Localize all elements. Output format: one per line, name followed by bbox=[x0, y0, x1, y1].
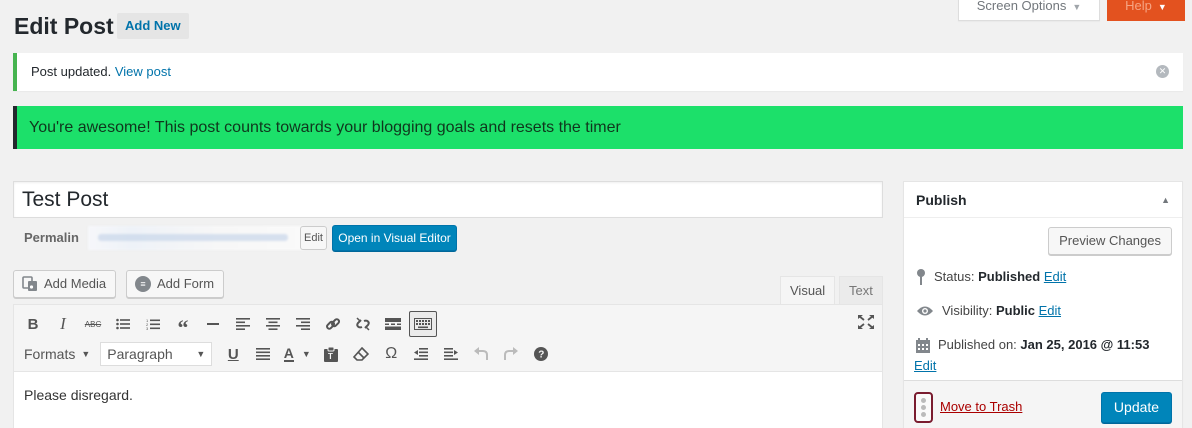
add-media-label: Add Media bbox=[44, 276, 107, 291]
page-title: Edit Post bbox=[14, 13, 114, 39]
redo-icon[interactable] bbox=[496, 340, 526, 368]
strikethrough-icon[interactable]: ABC bbox=[78, 310, 108, 338]
align-left-icon[interactable] bbox=[228, 310, 258, 338]
visibility-value: Public bbox=[995, 303, 1035, 318]
permalink-url-blurred[interactable] bbox=[88, 226, 304, 250]
edit-permalink-button[interactable]: Edit bbox=[300, 226, 327, 250]
calendar-icon bbox=[916, 337, 930, 353]
help-tab[interactable]: Help ▼ bbox=[1107, 0, 1185, 21]
edit-visibility-link[interactable]: Edit bbox=[1039, 303, 1061, 318]
horizontal-line-icon[interactable] bbox=[198, 310, 228, 338]
caret-down-icon: ▼ bbox=[1072, 2, 1082, 12]
traffic-light-icon bbox=[914, 392, 933, 423]
post-status-row: Status: Published Edit bbox=[916, 269, 1066, 285]
screen-options-tab[interactable]: Screen Options ▼ bbox=[958, 0, 1100, 21]
published-label: Published on: bbox=[938, 337, 1017, 352]
move-to-trash-link[interactable]: Move to Trash bbox=[940, 399, 1022, 414]
blockquote-icon[interactable]: “ bbox=[168, 310, 198, 339]
align-right-icon[interactable] bbox=[288, 310, 318, 338]
caret-down-icon: ▼ bbox=[81, 349, 91, 359]
dismiss-icon[interactable]: ✕ bbox=[1156, 65, 1169, 78]
pin-icon bbox=[916, 269, 926, 285]
post-editor: B I ABC 123 “ Formats ▼ Paragraph ▼ U A … bbox=[13, 304, 883, 428]
published-date-row: Published on: Jan 25, 2016 @ 11:53 bbox=[916, 337, 1149, 353]
blogging-goal-banner: You're awesome! This post counts towards… bbox=[13, 106, 1183, 149]
text-color-icon[interactable]: A ▼ bbox=[278, 340, 316, 368]
svg-text:?: ? bbox=[538, 350, 544, 361]
read-more-icon[interactable] bbox=[378, 310, 408, 338]
publish-header[interactable]: Publish ▲ bbox=[904, 182, 1182, 218]
add-form-label: Add Form bbox=[157, 276, 215, 291]
post-updated-notice: Post updated. View post ✕ bbox=[13, 53, 1183, 91]
form-icon: ≡ bbox=[135, 276, 151, 292]
clear-formatting-icon[interactable] bbox=[346, 340, 376, 368]
goal-banner-text: You're awesome! This post counts towards… bbox=[29, 119, 621, 136]
notice-text: Post updated. bbox=[31, 64, 112, 79]
view-post-link[interactable]: View post bbox=[115, 64, 171, 79]
caret-down-icon: ▼ bbox=[1157, 2, 1167, 12]
underline-icon[interactable]: U bbox=[218, 340, 248, 368]
paragraph-label: Paragraph bbox=[107, 346, 173, 362]
fullscreen-icon[interactable] bbox=[858, 315, 874, 329]
tab-visual[interactable]: Visual bbox=[780, 276, 836, 305]
publish-box: Publish ▲ Preview Changes Status: Publis… bbox=[903, 181, 1183, 428]
collapse-icon[interactable]: ▲ bbox=[1161, 182, 1170, 217]
visibility-row: Visibility: Public Edit bbox=[916, 303, 1061, 319]
paste-as-text-icon[interactable]: T bbox=[316, 340, 346, 368]
post-title-input[interactable]: Test Post bbox=[13, 181, 883, 218]
publish-heading: Publish bbox=[916, 192, 967, 208]
toolbar-row-2: Formats ▼ Paragraph ▼ U A ▼ T Ω ? bbox=[18, 340, 556, 368]
status-value: Published bbox=[978, 269, 1041, 284]
edit-date-link[interactable]: Edit bbox=[914, 358, 936, 373]
bold-icon[interactable]: B bbox=[18, 310, 48, 338]
toolbar-toggle-icon[interactable] bbox=[409, 311, 437, 337]
svg-text:3: 3 bbox=[146, 326, 149, 331]
tab-text[interactable]: Text bbox=[839, 276, 883, 305]
outdent-icon[interactable] bbox=[406, 340, 436, 368]
remove-link-icon[interactable] bbox=[348, 310, 378, 338]
published-value: Jan 25, 2016 @ 11:53 bbox=[1020, 337, 1150, 352]
major-publishing-actions: Move to Trash Update bbox=[904, 380, 1182, 428]
help-label: Help bbox=[1125, 0, 1152, 13]
indent-icon[interactable] bbox=[436, 340, 466, 368]
special-character-icon[interactable]: Ω bbox=[376, 340, 406, 368]
paragraph-select[interactable]: Paragraph ▼ bbox=[100, 342, 213, 366]
toolbar-row-1: B I ABC 123 “ bbox=[18, 310, 438, 339]
permalink-label: Permalin bbox=[24, 230, 79, 245]
caret-down-icon: ▼ bbox=[196, 349, 206, 359]
add-form-button[interactable]: ≡ Add Form bbox=[126, 270, 225, 298]
open-visual-editor-button[interactable]: Open in Visual Editor bbox=[332, 225, 457, 251]
align-center-icon[interactable] bbox=[258, 310, 288, 338]
formats-dropdown[interactable]: Formats ▼ bbox=[18, 346, 94, 362]
screen-options-label: Screen Options bbox=[976, 0, 1067, 13]
update-button[interactable]: Update bbox=[1101, 392, 1172, 423]
add-media-button[interactable]: Add Media bbox=[13, 270, 117, 298]
editor-content[interactable]: Please disregard. bbox=[24, 387, 133, 403]
formats-label: Formats bbox=[24, 346, 76, 362]
visibility-label: Visibility: bbox=[942, 303, 993, 318]
editor-toolbar: B I ABC 123 “ Formats ▼ Paragraph ▼ U A … bbox=[14, 305, 882, 372]
keyboard-shortcuts-icon[interactable]: ? bbox=[526, 340, 556, 368]
svg-text:T: T bbox=[328, 352, 333, 361]
status-label: Status: bbox=[934, 269, 975, 284]
justify-icon[interactable] bbox=[248, 340, 278, 368]
edit-status-link[interactable]: Edit bbox=[1044, 269, 1066, 284]
bulleted-list-icon[interactable] bbox=[108, 310, 138, 338]
italic-icon[interactable]: I bbox=[48, 310, 78, 338]
numbered-list-icon[interactable]: 123 bbox=[138, 310, 168, 338]
preview-changes-button[interactable]: Preview Changes bbox=[1048, 227, 1172, 255]
add-new-button[interactable]: Add New bbox=[117, 13, 189, 39]
insert-link-icon[interactable] bbox=[318, 310, 348, 338]
media-icon bbox=[22, 276, 38, 292]
undo-icon[interactable] bbox=[466, 340, 496, 368]
eye-icon bbox=[916, 305, 934, 317]
